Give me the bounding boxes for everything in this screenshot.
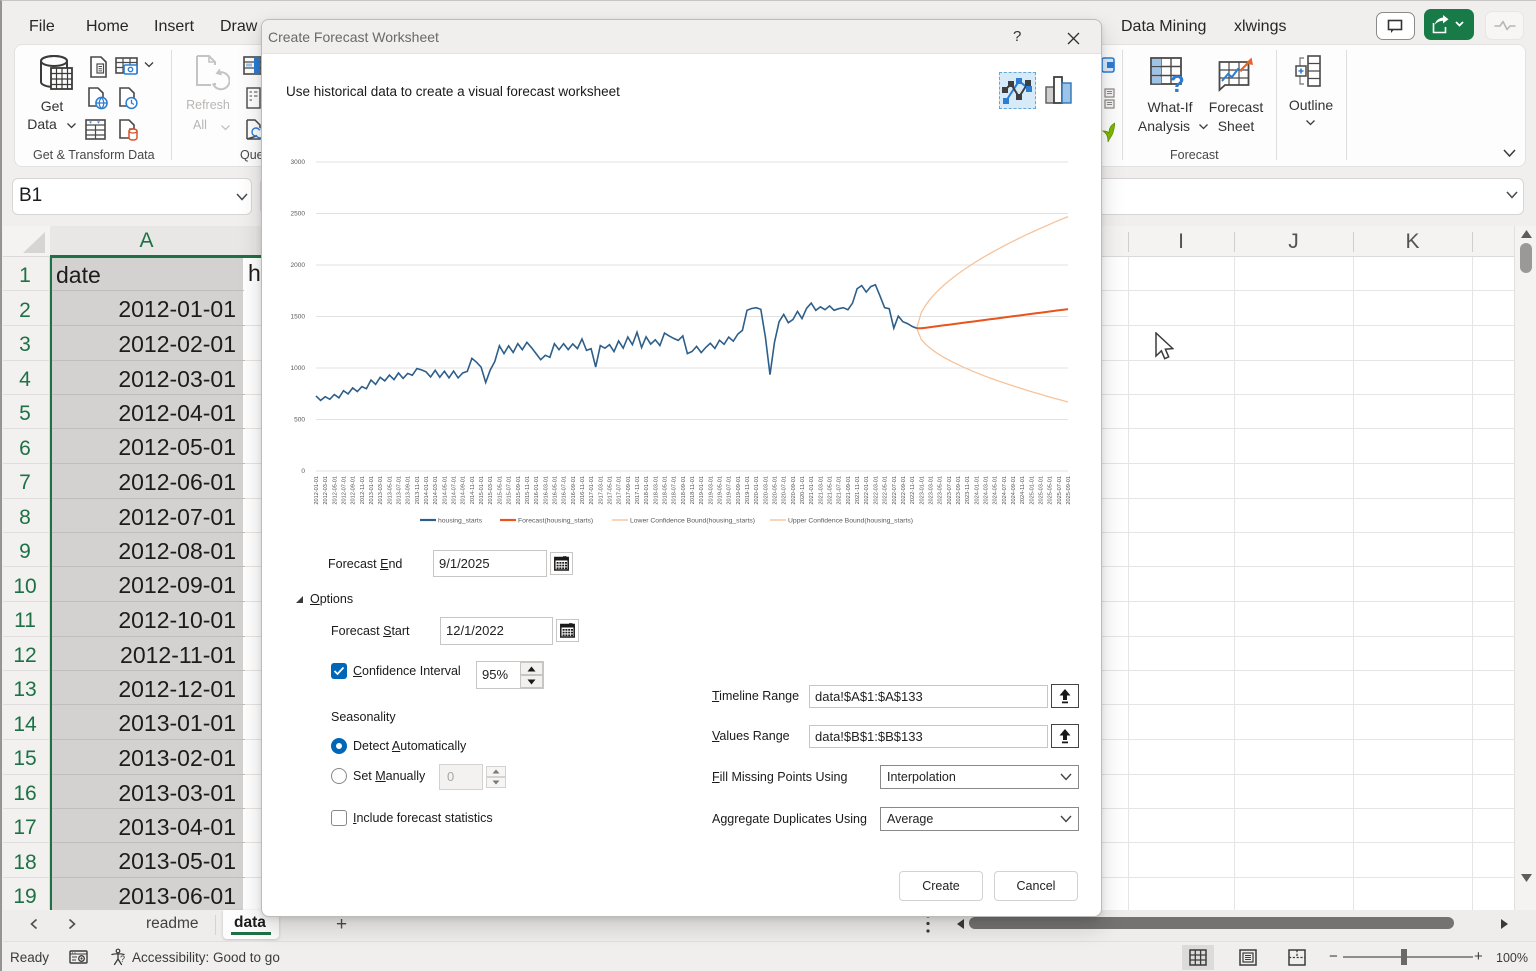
svg-text:2018-07-01: 2018-07-01 [672, 476, 678, 505]
svg-text:2024-09-01: 2024-09-01 [1011, 476, 1017, 505]
svg-text:2019-05-01: 2019-05-01 [718, 476, 724, 505]
svg-text:2015-09-01: 2015-09-01 [516, 476, 522, 505]
svg-text:2021-09-01: 2021-09-01 [846, 476, 852, 505]
svg-text:2017-11-01: 2017-11-01 [635, 476, 641, 504]
svg-text:2016-01-01: 2016-01-01 [534, 476, 540, 505]
svg-text:500: 500 [294, 417, 305, 424]
svg-text:2019-09-01: 2019-09-01 [736, 476, 742, 505]
svg-text:2024-05-01: 2024-05-01 [993, 476, 999, 505]
svg-text:2025-03-01: 2025-03-01 [1039, 476, 1045, 505]
svg-text:2022-05-01: 2022-05-01 [883, 476, 889, 505]
svg-text:2017-07-01: 2017-07-01 [617, 476, 623, 505]
svg-text:2012-01-01: 2012-01-01 [314, 476, 320, 505]
svg-text:2021-05-01: 2021-05-01 [828, 476, 834, 505]
svg-text:2017-03-01: 2017-03-01 [598, 476, 604, 505]
svg-text:2024-01-01: 2024-01-01 [974, 476, 980, 505]
svg-text:2021-11-01: 2021-11-01 [855, 476, 861, 504]
svg-text:2023-11-01: 2023-11-01 [965, 476, 971, 504]
svg-text:2021-03-01: 2021-03-01 [818, 476, 824, 505]
svg-text:2018-01-01: 2018-01-01 [644, 476, 650, 505]
svg-text:2014-03-01: 2014-03-01 [433, 476, 439, 505]
svg-text:2020-03-01: 2020-03-01 [763, 476, 769, 505]
svg-text:2020-09-01: 2020-09-01 [791, 476, 797, 505]
svg-text:2013-01-01: 2013-01-01 [369, 476, 375, 505]
svg-text:2022-03-01: 2022-03-01 [873, 476, 879, 505]
svg-text:2013-09-01: 2013-09-01 [406, 476, 412, 505]
svg-text:2013-05-01: 2013-05-01 [387, 476, 393, 505]
svg-text:2015-01-01: 2015-01-01 [479, 476, 485, 505]
svg-text:2012-07-01: 2012-07-01 [342, 476, 348, 505]
svg-text:2015-07-01: 2015-07-01 [507, 476, 513, 505]
svg-text:2017-01-01: 2017-01-01 [589, 476, 595, 505]
svg-text:2022-07-01: 2022-07-01 [892, 476, 898, 505]
svg-text:2020-05-01: 2020-05-01 [773, 476, 779, 505]
svg-text:2013-07-01: 2013-07-01 [397, 476, 403, 505]
svg-text:2025-09-01: 2025-09-01 [1066, 476, 1072, 505]
svg-text:2024-07-01: 2024-07-01 [1002, 476, 1008, 505]
svg-text:2014-09-01: 2014-09-01 [461, 476, 467, 505]
svg-text:2016-09-01: 2016-09-01 [571, 476, 577, 505]
svg-text:2500: 2500 [291, 211, 306, 218]
svg-text:2019-01-01: 2019-01-01 [699, 476, 705, 505]
svg-text:?: ? [120, 954, 125, 964]
svg-text:Upper Confidence Bound(housing: Upper Confidence Bound(housing_starts) [788, 517, 913, 524]
svg-text:2012-09-01: 2012-09-01 [351, 476, 357, 505]
svg-text:2025-05-01: 2025-05-01 [1048, 476, 1054, 505]
svg-text:2018-03-01: 2018-03-01 [653, 476, 659, 505]
svg-text:2014-01-01: 2014-01-01 [424, 476, 430, 505]
svg-text:?: ? [1170, 71, 1185, 95]
svg-text:2017-09-01: 2017-09-01 [626, 476, 632, 505]
svg-text:2021-01-01: 2021-01-01 [809, 476, 815, 505]
svg-text:1500: 1500 [291, 314, 306, 321]
svg-text:2015-05-01: 2015-05-01 [497, 476, 503, 505]
svg-text:2018-05-01: 2018-05-01 [663, 476, 669, 505]
svg-text:2016-11-01: 2016-11-01 [580, 476, 586, 504]
svg-text:2014-11-01: 2014-11-01 [470, 476, 476, 504]
svg-text:2016-05-01: 2016-05-01 [552, 476, 558, 505]
svg-text:1000: 1000 [291, 365, 306, 372]
svg-text:3000: 3000 [291, 159, 306, 166]
svg-text:2022-01-01: 2022-01-01 [864, 476, 870, 505]
svg-text:2012-03-01: 2012-03-01 [323, 476, 329, 505]
svg-text:2019-11-01: 2019-11-01 [745, 476, 751, 504]
svg-text:2022-09-01: 2022-09-01 [901, 476, 907, 505]
svg-text:2014-07-01: 2014-07-01 [452, 476, 458, 505]
svg-text:2025-07-01: 2025-07-01 [1057, 476, 1063, 505]
svg-text:2020-07-01: 2020-07-01 [782, 476, 788, 505]
svg-text:2023-07-01: 2023-07-01 [947, 476, 953, 505]
svg-text:2013-11-01: 2013-11-01 [415, 476, 421, 504]
svg-text:2017-05-01: 2017-05-01 [608, 476, 614, 505]
svg-text:2019-03-01: 2019-03-01 [708, 476, 714, 505]
svg-text:0: 0 [301, 468, 305, 475]
svg-text:2014-05-01: 2014-05-01 [442, 476, 448, 505]
svg-text:housing_starts: housing_starts [438, 517, 483, 524]
svg-text:2022-11-01: 2022-11-01 [910, 476, 916, 504]
svg-text:2023-01-01: 2023-01-01 [919, 476, 925, 505]
svg-text:2023-09-01: 2023-09-01 [956, 476, 962, 505]
svg-text:2012-05-01: 2012-05-01 [332, 476, 338, 505]
svg-text:2012-11-01: 2012-11-01 [360, 476, 366, 504]
svg-text:2023-05-01: 2023-05-01 [938, 476, 944, 505]
svg-text:2021-07-01: 2021-07-01 [837, 476, 843, 505]
svg-text:2024-03-01: 2024-03-01 [984, 476, 990, 505]
svg-text:2015-11-01: 2015-11-01 [525, 476, 531, 504]
svg-text:2016-03-01: 2016-03-01 [543, 476, 549, 505]
svg-text:Forecast(housing_starts): Forecast(housing_starts) [518, 517, 593, 524]
svg-text:2015-03-01: 2015-03-01 [488, 476, 494, 505]
svg-text:2018-09-01: 2018-09-01 [681, 476, 687, 505]
svg-text:Lower Confidence Bound(housing: Lower Confidence Bound(housing_starts) [630, 517, 755, 524]
svg-text:2024-11-01: 2024-11-01 [1020, 476, 1026, 504]
svg-text:2020-11-01: 2020-11-01 [800, 476, 806, 504]
svg-text:2025-01-01: 2025-01-01 [1029, 476, 1035, 505]
svg-text:2018-11-01: 2018-11-01 [690, 476, 696, 504]
svg-text:2023-03-01: 2023-03-01 [928, 476, 934, 505]
svg-text:2020-01-01: 2020-01-01 [754, 476, 760, 505]
svg-text:2013-03-01: 2013-03-01 [378, 476, 384, 505]
svg-text:2000: 2000 [291, 262, 306, 269]
svg-text:2016-07-01: 2016-07-01 [562, 476, 568, 505]
svg-text:2019-07-01: 2019-07-01 [727, 476, 733, 505]
